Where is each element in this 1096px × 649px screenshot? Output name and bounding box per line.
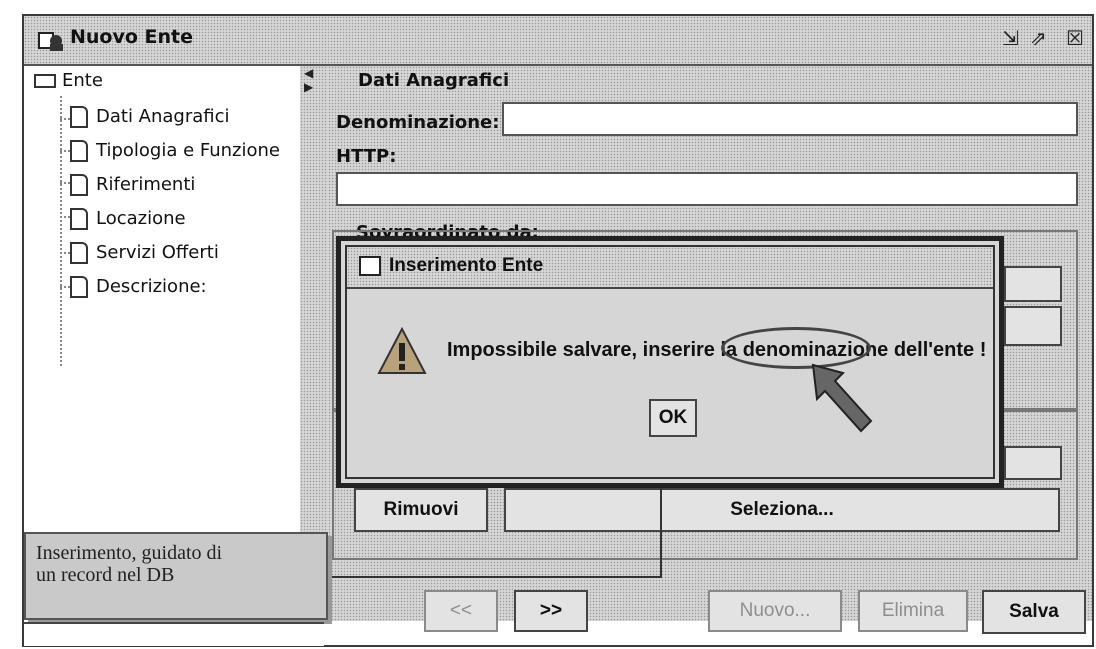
document-icon [70,174,88,196]
tree-tick [60,252,70,254]
error-dialog: Inserimento Ente Impossibile salvare, in… [336,236,1004,488]
previous-button[interactable]: << [424,590,498,632]
document-icon [70,140,88,162]
dialog-title: Inserimento Ente [389,255,544,276]
app-icon [38,32,63,51]
tree-item-riferimenti[interactable]: Riferimenti [70,174,195,196]
http-input[interactable] [336,172,1078,206]
tree-item-label: Riferimenti [96,174,196,195]
tree-tick [60,216,70,218]
restore-icon[interactable]: ⇲ [1002,28,1019,48]
callout-line [328,576,662,578]
tree-tick [60,150,70,152]
denominazione-input[interactable] [502,102,1078,136]
dialog-body: Inserimento Ente Impossibile salvare, in… [345,245,995,479]
new-button[interactable]: Nuovo... [708,590,842,632]
tree-item-label: Dati Anagrafici [96,106,230,127]
tree-item-dati-anagrafici[interactable]: Dati Anagrafici [70,106,230,128]
window-titlebar[interactable]: Nuovo Ente ⇲ ⇗ ☒ [24,16,1092,66]
delete-button[interactable]: Elimina [858,590,968,632]
ok-button[interactable]: OK [649,399,697,437]
remove-button[interactable]: Rimuovi [354,488,488,532]
dialog-titlebar[interactable]: Inserimento Ente [347,247,993,289]
status-strip [24,622,324,646]
tree-item-label: Servizi Offerti [96,242,219,263]
expand-right-icon[interactable]: ▶ [304,80,313,94]
denominazione-label: Denominazione: [336,112,500,133]
annotation-arrow-icon [811,363,873,433]
tree-item-descrizione[interactable]: Descrizione: [70,276,207,298]
next-button[interactable]: >> [514,590,588,632]
window-title: Nuovo Ente [70,26,194,48]
side-button-1[interactable] [1004,266,1062,302]
document-icon [70,276,88,298]
maximize-icon[interactable]: ⇗ [1030,28,1047,48]
document-icon [70,106,88,128]
side-button-3[interactable] [1004,446,1062,480]
close-icon[interactable]: ☒ [1066,28,1084,48]
callout-line [660,488,662,578]
tree-tick [60,286,70,288]
tree-item-tipologia[interactable]: Tipologia e Funzione [70,140,280,162]
folder-icon [34,74,56,88]
document-icon [70,242,88,264]
tree-item-locazione[interactable]: Locazione [70,208,186,230]
http-label: HTTP: [336,146,397,167]
section-title: Dati Anagrafici [358,70,510,91]
caption-line-2: un record nel DB [36,564,175,586]
save-button[interactable]: Salva [982,590,1086,634]
warning-icon [377,327,427,374]
collapse-left-icon[interactable]: ◀ [304,66,313,80]
tree-root-ente[interactable]: Ente [34,70,103,91]
tree-item-label: Locazione [96,208,186,229]
tree-tick [60,182,70,184]
dialog-message: Impossibile salvare, inserire la denomin… [447,339,987,361]
tree-root-label: Ente [62,70,103,91]
tree-item-label: Tipologia e Funzione [96,140,280,161]
document-icon [70,208,88,230]
caption-box: Inserimento, guidato di un record nel DB [24,532,328,620]
tree-connector [60,96,62,366]
window-icon [359,256,381,276]
side-button-2[interactable] [1004,306,1062,346]
tree-item-label: Descrizione: [96,276,207,297]
select-button[interactable]: Seleziona... [504,488,1060,532]
tree-tick [60,118,70,120]
caption-line-1: Inserimento, guidato di [36,542,223,564]
tree-item-servizi[interactable]: Servizi Offerti [70,242,219,264]
